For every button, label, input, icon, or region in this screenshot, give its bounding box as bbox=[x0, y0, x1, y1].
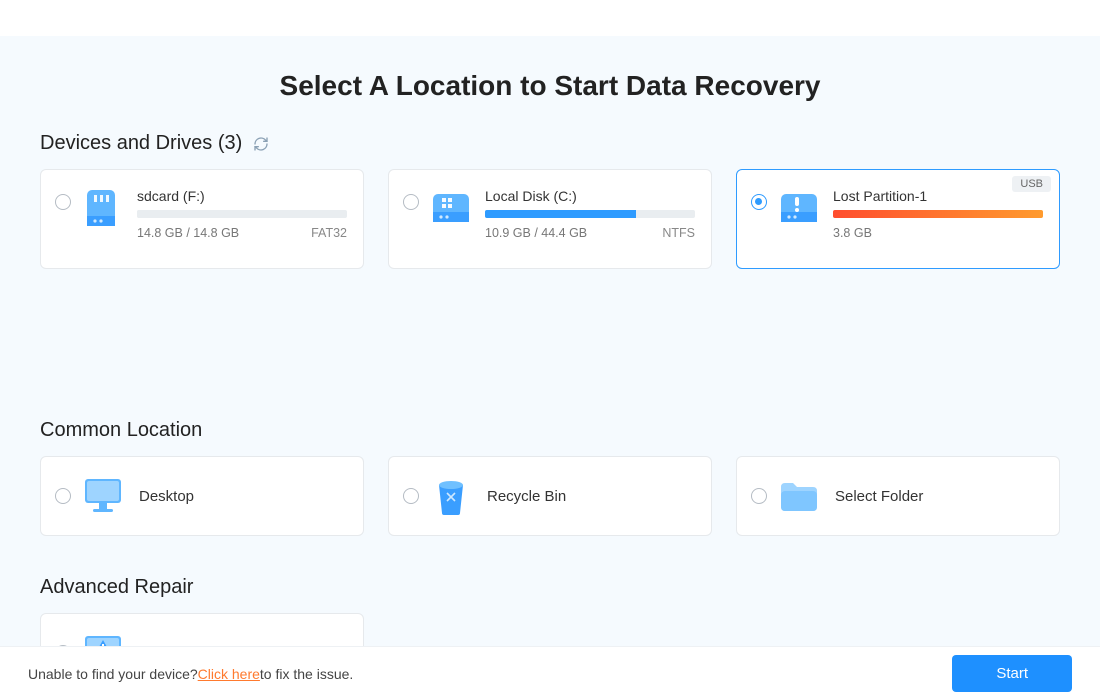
radio-icon[interactable] bbox=[403, 194, 419, 210]
devices-section-header: Devices and Drives (3) bbox=[40, 132, 1060, 155]
drive-meta: 14.8 GB / 14.8 GB FAT32 bbox=[137, 226, 347, 240]
footer-bar: Unable to find your device? Click here t… bbox=[0, 646, 1100, 700]
common-grid: Desktop Recycle Bin bbox=[40, 456, 1060, 536]
location-label: Recycle Bin bbox=[487, 488, 566, 505]
common-section-title: Common Location bbox=[40, 419, 202, 442]
location-card-desktop[interactable]: Desktop bbox=[40, 456, 364, 536]
usage-bar-fill bbox=[833, 210, 1043, 218]
radio-icon[interactable] bbox=[55, 645, 71, 646]
radio-icon[interactable] bbox=[55, 488, 71, 504]
recycle-bin-icon bbox=[429, 475, 473, 517]
drive-card-local-disk[interactable]: Local Disk (C:) 10.9 GB / 44.4 GB NTFS bbox=[388, 169, 712, 269]
drive-meta: 10.9 GB / 44.4 GB NTFS bbox=[485, 226, 695, 240]
advanced-label: Recover from Crash Computer bbox=[139, 645, 343, 647]
advanced-section-header: Advanced Repair bbox=[40, 576, 1060, 599]
drive-name: Local Disk (C:) bbox=[485, 188, 695, 204]
usage-bar bbox=[833, 210, 1043, 218]
location-label: Desktop bbox=[139, 488, 194, 505]
drive-card-sdcard[interactable]: sdcard (F:) 14.8 GB / 14.8 GB FAT32 bbox=[40, 169, 364, 269]
drive-fs: NTFS bbox=[662, 226, 695, 240]
radio-icon[interactable] bbox=[403, 488, 419, 504]
advanced-section: Advanced Repair Recover from Crash bbox=[40, 576, 1060, 646]
common-section: Common Location Desktop bbox=[40, 419, 1060, 536]
advanced-grid: Recover from Crash Computer bbox=[40, 613, 1060, 646]
radio-icon[interactable] bbox=[751, 194, 767, 210]
drive-card-lost-partition[interactable]: USB Lost Partition-1 3.8 GB bbox=[736, 169, 1060, 269]
footer-text-suffix: to fix the issue. bbox=[260, 666, 353, 682]
footer-text-prefix: Unable to find your device? bbox=[28, 666, 198, 682]
location-label: Select Folder bbox=[835, 488, 923, 505]
main-content: Select A Location to Start Data Recovery… bbox=[0, 36, 1100, 646]
advanced-card-crash-recover[interactable]: Recover from Crash Computer bbox=[40, 613, 364, 646]
usb-tag: USB bbox=[1012, 176, 1051, 192]
sdcard-icon bbox=[81, 186, 125, 230]
title-bar bbox=[0, 0, 1100, 36]
usage-bar bbox=[485, 210, 695, 218]
location-card-recycle-bin[interactable]: Recycle Bin bbox=[388, 456, 712, 536]
devices-grid: sdcard (F:) 14.8 GB / 14.8 GB FAT32 bbox=[40, 169, 1060, 269]
radio-icon[interactable] bbox=[55, 194, 71, 210]
common-section-header: Common Location bbox=[40, 419, 1060, 442]
drive-name: sdcard (F:) bbox=[137, 188, 347, 204]
desktop-icon bbox=[81, 475, 125, 517]
folder-icon bbox=[777, 475, 821, 517]
location-card-select-folder[interactable]: Select Folder bbox=[736, 456, 1060, 536]
warning-drive-icon bbox=[777, 186, 821, 230]
footer-help-link[interactable]: Click here bbox=[198, 666, 260, 682]
hdd-icon bbox=[429, 186, 473, 230]
usage-bar-fill bbox=[137, 210, 148, 218]
advanced-section-title: Advanced Repair bbox=[40, 576, 193, 599]
start-button[interactable]: Start bbox=[952, 655, 1072, 692]
drive-usage: 14.8 GB / 14.8 GB bbox=[137, 226, 239, 240]
drive-usage: 3.8 GB bbox=[833, 226, 872, 240]
drive-meta: 3.8 GB bbox=[833, 226, 1043, 240]
devices-section-title: Devices and Drives (3) bbox=[40, 132, 242, 155]
refresh-icon[interactable] bbox=[252, 135, 270, 153]
crash-computer-icon bbox=[81, 632, 125, 646]
usage-bar-fill bbox=[485, 210, 636, 218]
radio-icon[interactable] bbox=[751, 488, 767, 504]
drive-fs: FAT32 bbox=[311, 226, 347, 240]
drive-usage: 10.9 GB / 44.4 GB bbox=[485, 226, 587, 240]
page-title: Select A Location to Start Data Recovery bbox=[40, 70, 1060, 102]
usage-bar bbox=[137, 210, 347, 218]
